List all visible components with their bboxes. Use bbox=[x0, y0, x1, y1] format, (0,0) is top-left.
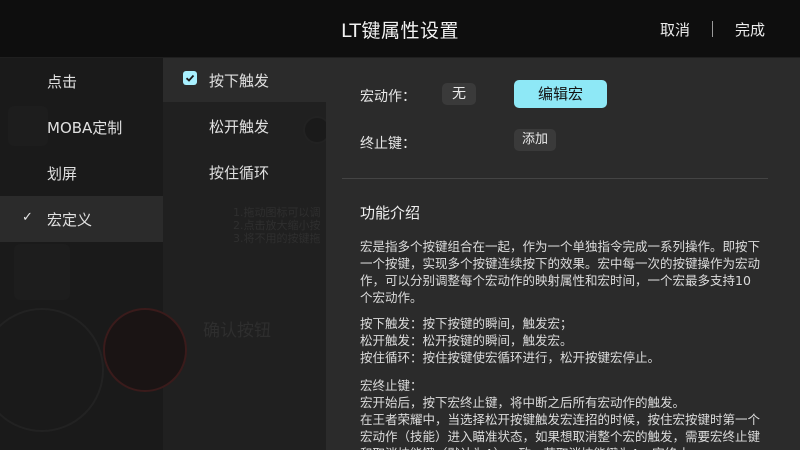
intro-description: 宏是指多个按键组合在一起，作为一个单独指令完成一系列操作。即按下一个按键，实现多… bbox=[360, 238, 762, 306]
background-big-text: 确认按钮 bbox=[203, 321, 271, 341]
menu-item-tap[interactable]: 点击 bbox=[0, 58, 163, 104]
background-tile bbox=[14, 244, 70, 300]
trigger-release[interactable]: 松开触发 bbox=[163, 104, 326, 148]
mode-line: 按下触发：按下按键的瞬间，触发宏； bbox=[360, 316, 573, 331]
trigger-label: 按住循环 bbox=[209, 164, 270, 182]
background-hint-line: 2.点击放大缩小按 bbox=[233, 219, 321, 232]
trigger-hold-loop[interactable]: 按住循环 bbox=[163, 150, 326, 194]
menu-item-label: MOBA定制 bbox=[47, 119, 123, 137]
stop-key-line: 宏开始后，按下宏终止键，将中断之后所有宏动作的触发。 bbox=[360, 395, 686, 410]
macro-none-button[interactable]: 无 bbox=[442, 83, 476, 105]
menu-item-macro[interactable]: ✓ 宏定义 bbox=[0, 196, 163, 242]
edit-macro-button[interactable]: 编辑宏 bbox=[514, 80, 607, 108]
menu-item-swipe[interactable]: 划屏 bbox=[0, 150, 163, 196]
macro-settings-panel: 宏动作： 无 编辑宏 终止键： 添加 功能介绍 宏是指多个按键组合在一起，作为一… bbox=[326, 58, 800, 450]
menu-item-label: 划屏 bbox=[47, 165, 78, 183]
background-hint: 1.拖动图标可以调 2.点击放大缩小按 3.将不用的按键拖 bbox=[233, 206, 326, 245]
background-hint-line: 3.将不用的按键拖 bbox=[233, 232, 321, 245]
intro-paragraph: 宏是指多个按键组合在一起，作为一个单独指令完成一系列操作。即按下一个按键，实现多… bbox=[360, 239, 761, 305]
intro-title: 功能介绍 bbox=[360, 204, 421, 222]
done-button[interactable]: 完成 bbox=[735, 19, 765, 40]
mode-line: 按住循环：按住按键使宏循环进行，松开按键宏停止。 bbox=[360, 350, 661, 365]
menu-item-moba[interactable]: MOBA定制 bbox=[0, 104, 163, 150]
add-stop-key-button[interactable]: 添加 bbox=[514, 129, 556, 151]
stop-key-title: 宏终止键： bbox=[360, 378, 423, 393]
trigger-press[interactable]: 按下触发 bbox=[163, 58, 326, 102]
trigger-label: 按下触发 bbox=[209, 72, 270, 90]
trigger-mode-description: 按下触发：按下按键的瞬间，触发宏； 松开触发：松开按键的瞬间，触发宏。 按住循环… bbox=[360, 315, 762, 366]
menu-item-label: 点击 bbox=[47, 73, 78, 91]
stop-key-label: 终止键： bbox=[360, 136, 416, 152]
mode-line: 松开触发：松开按键的瞬间，触发宏。 bbox=[360, 333, 573, 348]
trigger-mode-menu: 1.拖动图标可以调 2.点击放大缩小按 3.将不用的按键拖 确认按钮 按下触发 … bbox=[103, 58, 331, 450]
stop-key-line: 在王者荣耀中，当选择松开按键触发宏连招的时候，按住宏按键时第一个宏动作（技能）进… bbox=[360, 412, 761, 450]
checkbox-checked-icon bbox=[183, 71, 197, 85]
macro-action-label: 宏动作： bbox=[360, 89, 416, 105]
trigger-label: 松开触发 bbox=[209, 118, 270, 136]
cancel-button[interactable]: 取消 bbox=[660, 19, 690, 40]
key-type-menu: 点击 MOBA定制 划屏 ✓ 宏定义 bbox=[0, 58, 163, 450]
check-icon: ✓ bbox=[22, 210, 33, 225]
background-hint-line: 1.拖动图标可以调 bbox=[233, 206, 321, 219]
section-divider bbox=[342, 178, 768, 179]
menu-item-label: 宏定义 bbox=[47, 211, 93, 229]
top-bar: LT键属性设置 取消 完成 bbox=[0, 0, 800, 58]
divider bbox=[712, 21, 713, 37]
stop-key-description: 宏终止键： 宏开始后，按下宏终止键，将中断之后所有宏动作的触发。 在王者荣耀中，… bbox=[360, 377, 762, 450]
background-joystick bbox=[0, 308, 104, 432]
